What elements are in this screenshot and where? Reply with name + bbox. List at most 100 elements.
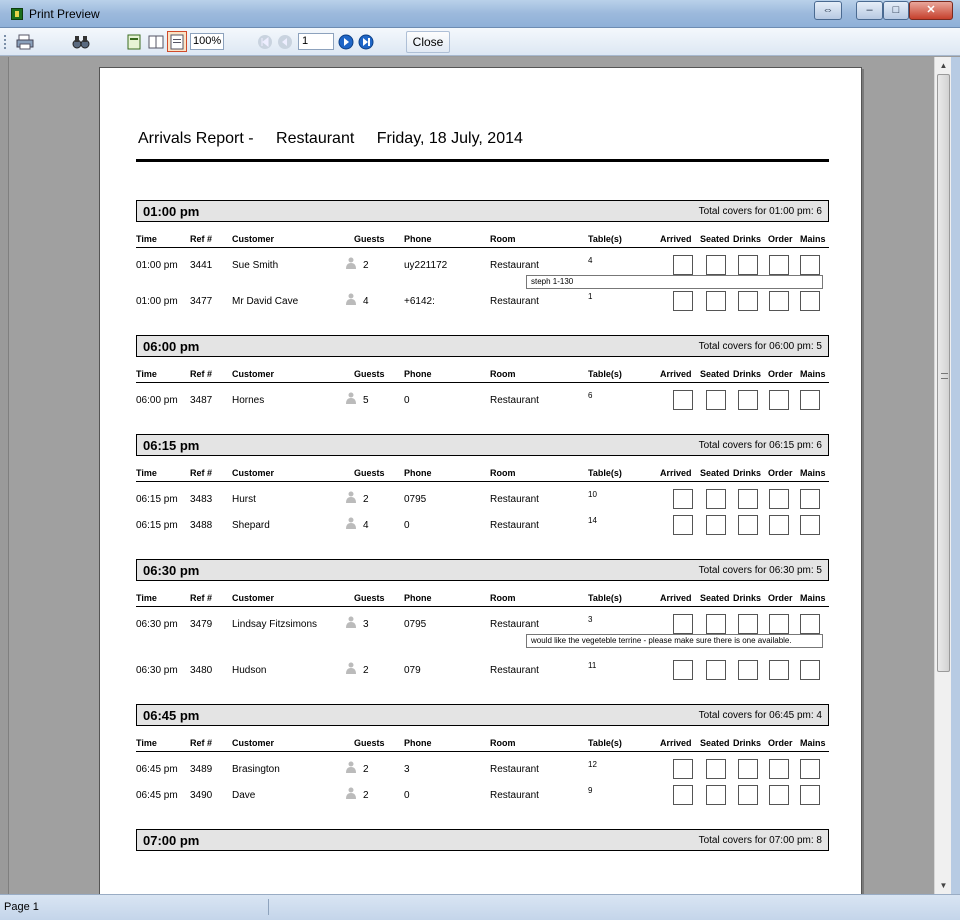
column-header: Customer [232, 593, 275, 603]
arrived-checkbox[interactable] [673, 785, 693, 805]
booking-row[interactable]: 01:00 pm 3441 Sue Smith 2 uy221172 Restaurant… [136, 255, 829, 277]
order-checkbox[interactable] [769, 785, 789, 805]
toolbar: 100% 1 Close [0, 28, 960, 56]
restore-layout-button[interactable]: ⇔ [814, 1, 842, 20]
arrived-checkbox[interactable] [673, 515, 693, 535]
column-header: Time [136, 738, 157, 748]
booking-row[interactable]: 01:00 pm 3477 Mr David Cave 4 +6142: Restaura… [136, 291, 829, 313]
booking-table: 1 [588, 292, 593, 301]
column-header: Drinks [733, 234, 762, 244]
page-width-icon[interactable] [167, 31, 187, 52]
mains-checkbox[interactable] [800, 489, 820, 509]
previous-page-icon[interactable] [276, 31, 294, 52]
mains-checkbox[interactable] [800, 660, 820, 680]
order-checkbox[interactable] [769, 390, 789, 410]
time-slot-label: 07:00 pm [143, 833, 200, 848]
time-slot-label: 06:45 pm [143, 708, 200, 723]
order-checkbox[interactable] [769, 759, 789, 779]
booking-row[interactable]: 06:30 pm 3480 Hudson 2 079 Restaurant 11 [136, 660, 829, 682]
arrived-checkbox[interactable] [673, 660, 693, 680]
booking-row[interactable]: 06:30 pm 3479 Lindsay Fitzsimons 3 0795 Resta… [136, 614, 829, 636]
zoom-field[interactable]: 100% [190, 33, 224, 50]
vertical-scrollbar[interactable]: ▲ ▼ [934, 57, 951, 894]
title-bar: Print Preview ⇔ – □ ✕ [0, 0, 960, 28]
mains-checkbox[interactable] [800, 515, 820, 535]
booking-row[interactable]: 06:15 pm 3483 Hurst 2 0795 Restaurant 10 [136, 489, 829, 511]
drinks-checkbox[interactable] [738, 614, 758, 634]
booking-row[interactable]: 06:00 pm 3487 Hornes 5 0 Restaurant 6 [136, 390, 829, 412]
mains-checkbox[interactable] [800, 614, 820, 634]
mains-checkbox[interactable] [800, 291, 820, 311]
seated-checkbox[interactable] [706, 515, 726, 535]
arrived-checkbox[interactable] [673, 489, 693, 509]
booking-ref: 3441 [190, 260, 213, 271]
column-header: Seated [700, 738, 730, 748]
print-icon[interactable] [14, 31, 36, 52]
mains-checkbox[interactable] [800, 785, 820, 805]
order-checkbox[interactable] [769, 489, 789, 509]
booking-guests: 4 [363, 296, 369, 307]
order-checkbox[interactable] [769, 255, 789, 275]
column-header: Mains [800, 738, 826, 748]
one-page-icon[interactable] [124, 31, 144, 52]
minimize-button[interactable]: – [856, 1, 883, 20]
maximize-button[interactable]: □ [883, 1, 909, 20]
arrived-checkbox[interactable] [673, 291, 693, 311]
drinks-checkbox[interactable] [738, 255, 758, 275]
mains-checkbox[interactable] [800, 759, 820, 779]
drinks-checkbox[interactable] [738, 515, 758, 535]
seated-checkbox[interactable] [706, 660, 726, 680]
drinks-checkbox[interactable] [738, 489, 758, 509]
booking-table: 3 [588, 615, 593, 624]
seated-checkbox[interactable] [706, 255, 726, 275]
last-page-icon[interactable] [357, 31, 375, 52]
order-checkbox[interactable] [769, 291, 789, 311]
seated-checkbox[interactable] [706, 614, 726, 634]
arrived-checkbox[interactable] [673, 614, 693, 634]
preview-viewport[interactable]: Arrivals Report - Restaurant Friday, 18 … [8, 57, 934, 894]
drinks-checkbox[interactable] [738, 759, 758, 779]
scroll-thumb[interactable] [937, 74, 950, 672]
booking-customer: Hornes [232, 395, 265, 406]
order-checkbox[interactable] [769, 515, 789, 535]
column-header: Mains [800, 369, 826, 379]
column-header: Table(s) [588, 369, 622, 379]
close-button[interactable]: Close [406, 31, 450, 53]
booking-row[interactable]: 06:45 pm 3490 Dave 2 0 Restaurant 9 [136, 785, 829, 807]
two-pages-icon[interactable] [146, 31, 166, 52]
seated-checkbox[interactable] [706, 390, 726, 410]
column-header: Ref # [190, 593, 213, 603]
column-header: Guests [354, 593, 385, 603]
find-icon[interactable] [70, 31, 92, 52]
order-checkbox[interactable] [769, 660, 789, 680]
mains-checkbox[interactable] [800, 390, 820, 410]
booking-phone: 0 [404, 395, 410, 406]
scroll-down-icon[interactable]: ▼ [935, 877, 952, 894]
arrived-checkbox[interactable] [673, 390, 693, 410]
column-header-row: Time Ref # Customer Guests Phone Room Table(s)… [136, 592, 829, 607]
arrived-checkbox[interactable] [673, 255, 693, 275]
first-page-icon[interactable] [256, 31, 274, 52]
booking-note: would like the vegeteble terrine - pleas… [526, 634, 823, 648]
drinks-checkbox[interactable] [738, 291, 758, 311]
column-header: Table(s) [588, 234, 622, 244]
seated-checkbox[interactable] [706, 291, 726, 311]
seated-checkbox[interactable] [706, 489, 726, 509]
next-page-icon[interactable] [337, 31, 355, 52]
seated-checkbox[interactable] [706, 785, 726, 805]
guest-icon [346, 293, 356, 305]
drinks-checkbox[interactable] [738, 785, 758, 805]
drinks-checkbox[interactable] [738, 660, 758, 680]
mains-checkbox[interactable] [800, 255, 820, 275]
booking-guests: 2 [363, 260, 369, 271]
seated-checkbox[interactable] [706, 759, 726, 779]
page-number-input[interactable]: 1 [298, 33, 334, 50]
close-window-button[interactable]: ✕ [909, 1, 953, 20]
booking-row[interactable]: 06:45 pm 3489 Brasington 2 3 Restaurant 12 [136, 759, 829, 781]
booking-guests: 2 [363, 790, 369, 801]
order-checkbox[interactable] [769, 614, 789, 634]
drinks-checkbox[interactable] [738, 390, 758, 410]
scroll-up-icon[interactable]: ▲ [935, 57, 952, 74]
arrived-checkbox[interactable] [673, 759, 693, 779]
booking-row[interactable]: 06:15 pm 3488 Shepard 4 0 Restaurant 14 [136, 515, 829, 537]
